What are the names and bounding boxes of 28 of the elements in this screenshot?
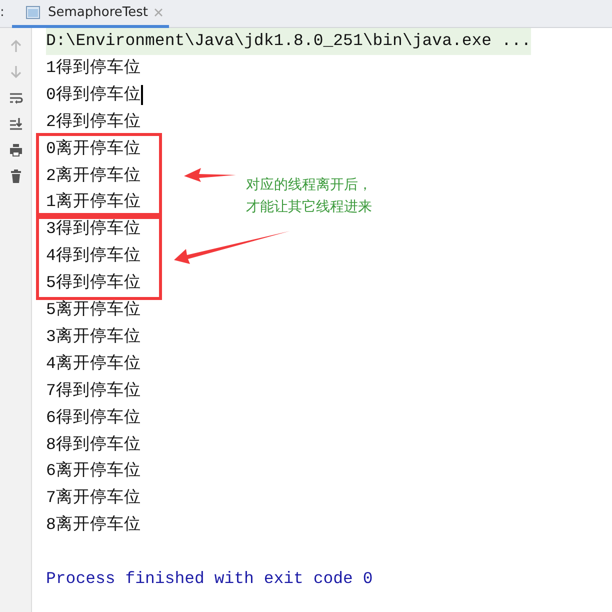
console-icon <box>26 6 40 19</box>
print-icon[interactable] <box>9 143 23 157</box>
console-line: 4离开停车位 <box>46 354 141 373</box>
annotation-note: 对应的线程离开后， 才能让其它线程进来 <box>246 176 372 217</box>
console-line: 2离开停车位 <box>46 166 141 184</box>
console-line: 6得到停车位 <box>46 408 141 427</box>
console-line: 2得到停车位 <box>46 112 141 131</box>
console-line: 0得到停车位 <box>46 84 141 106</box>
console-line: 8得到停车位 <box>46 434 141 454</box>
console-line: 3离开停车位 <box>46 326 141 346</box>
console-line: 7离开停车位 <box>46 488 141 508</box>
trash-icon[interactable] <box>9 169 23 183</box>
console-line: 7得到停车位 <box>46 380 141 400</box>
text-cursor <box>140 85 143 106</box>
soft-wrap-icon[interactable] <box>9 91 23 105</box>
console-line: 0离开停车位 <box>46 138 141 158</box>
console-line: 1离开停车位 <box>46 192 141 212</box>
console-line: 3得到停车位 <box>46 219 141 238</box>
scroll-to-end-icon[interactable] <box>9 117 23 131</box>
console-line: 5离开停车位 <box>46 300 141 320</box>
console-line: 8离开停车位 <box>46 515 141 534</box>
edge-label: : <box>0 4 6 22</box>
annotation-arrow <box>184 168 236 182</box>
console-line: 4得到停车位 <box>46 246 141 266</box>
console-line: 1得到停车位 <box>46 58 141 77</box>
console-line: 6离开停车位 <box>46 461 141 480</box>
console-line: 5得到停车位 <box>46 273 141 292</box>
exit-message: Process finished with exit code 0 <box>46 569 373 588</box>
